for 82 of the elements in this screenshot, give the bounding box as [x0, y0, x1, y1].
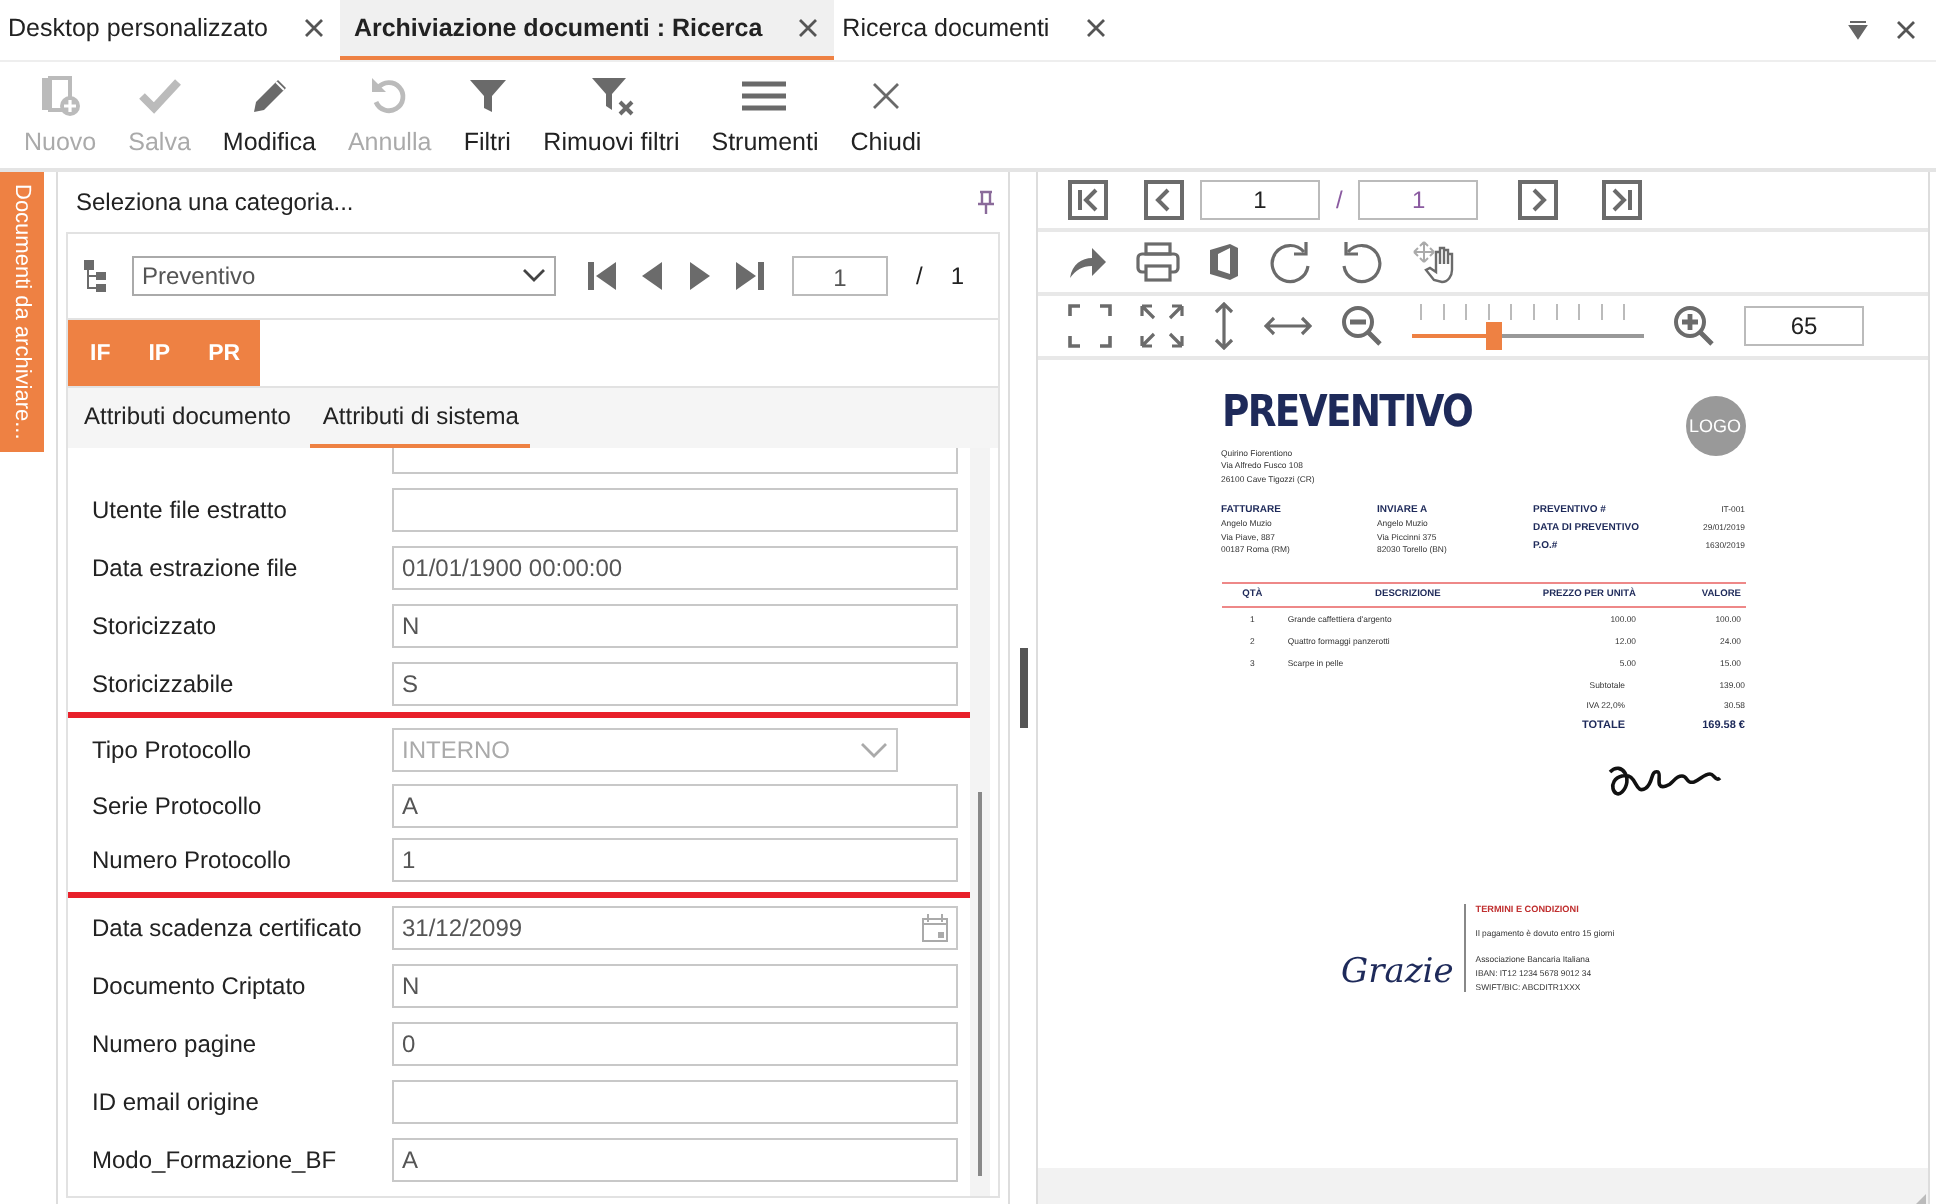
input-field[interactable]: 0	[392, 1021, 958, 1065]
filter-button[interactable]: Filtri	[447, 68, 528, 164]
input-field[interactable]	[392, 1079, 958, 1123]
expand-icon[interactable]	[1140, 304, 1184, 348]
clear-filter-button[interactable]: Rimuovi filtri	[527, 68, 696, 164]
field-label: Documento Criptato	[92, 971, 306, 999]
tab[interactable]: Desktop personalizzato	[0, 0, 340, 60]
tree-icon	[84, 260, 108, 292]
close-icon[interactable]	[1896, 20, 1916, 40]
tab[interactable]: Attributi documento	[72, 388, 303, 448]
last-page-icon[interactable]	[736, 262, 764, 290]
calendar-icon	[922, 913, 948, 941]
page-total: 1	[950, 262, 965, 290]
next-icon[interactable]	[1518, 180, 1559, 220]
close-icon[interactable]	[303, 18, 324, 38]
zoom-in-icon[interactable]	[1672, 304, 1716, 348]
field-label: Tipo Protocollo	[92, 736, 252, 764]
field-label: Data estrazione file	[92, 553, 298, 581]
vertical-arrows-icon[interactable]	[1212, 302, 1236, 350]
splitter-handle[interactable]	[1019, 648, 1027, 728]
field-label: Numero Protocollo	[92, 846, 291, 874]
zoom-slider[interactable]	[1412, 304, 1644, 348]
field-label: Modo_Formazione_BF	[92, 1145, 337, 1173]
previous-icon[interactable]	[1144, 180, 1184, 220]
close-button[interactable]: Chiudi	[834, 68, 938, 164]
first-page-icon[interactable]	[588, 262, 616, 290]
horizontal-arrows-icon[interactable]	[1264, 314, 1312, 338]
previous-icon[interactable]	[640, 262, 664, 290]
office-icon[interactable]	[1208, 242, 1240, 282]
scrollbar[interactable]	[970, 448, 990, 1196]
menu-button[interactable]: Strumenti	[695, 68, 835, 164]
field-label: Storicizzato	[92, 611, 217, 639]
input-field[interactable]: A	[392, 783, 958, 827]
filter-x-icon	[587, 72, 636, 120]
document-title: PREVENTIVO	[1221, 388, 1472, 438]
scrollbar[interactable]	[1038, 1168, 1928, 1204]
field-label: Serie Protocollo	[92, 791, 262, 819]
close-icon[interactable]	[1085, 18, 1106, 38]
fit-page-icon[interactable]	[1068, 304, 1112, 348]
category-dropdown[interactable]: Preventivo	[132, 256, 556, 296]
field-label: Numero pagine	[92, 1029, 257, 1057]
page-field[interactable]: 1	[1200, 180, 1320, 220]
tab[interactable]: Ricerca documenti	[834, 0, 1122, 60]
input-field[interactable]: N	[392, 963, 958, 1007]
thanks-text: Grazie	[1341, 952, 1454, 992]
field-label: Data scadenza certificato	[92, 913, 362, 941]
input-field[interactable]: 1	[392, 838, 958, 882]
share-arrow-icon[interactable]	[1068, 244, 1108, 280]
pin-icon[interactable]	[976, 190, 996, 214]
slider-thumb[interactable]	[1485, 322, 1502, 350]
logo-text: LOGO	[1688, 416, 1741, 436]
field-label: Utente file estratto	[92, 495, 287, 523]
rotate-counterclockwise-icon[interactable]	[1340, 240, 1384, 284]
rotate-clockwise-icon[interactable]	[1268, 240, 1312, 284]
last-page-icon[interactable]	[1602, 180, 1643, 220]
page-field[interactable]: 1	[792, 256, 888, 296]
document-plus-icon	[36, 72, 85, 120]
printer-icon[interactable]	[1136, 242, 1180, 282]
field-label: Storicizzabile	[92, 669, 234, 697]
input-field[interactable]: A	[392, 1137, 958, 1181]
edit-button[interactable]: Modifica	[206, 68, 332, 164]
input-field[interactable]: 01/01/1900 00:00:00	[392, 545, 958, 589]
date-field[interactable]: 31/12/2099	[392, 905, 958, 949]
resize-grip-icon	[1912, 1192, 1928, 1204]
input-field[interactable]: N	[392, 603, 958, 647]
input-field[interactable]	[392, 487, 958, 531]
next-icon[interactable]	[688, 262, 712, 290]
field-label: ID email origine	[92, 1087, 259, 1115]
chevron-down-icon	[522, 268, 546, 284]
page-separator: /	[916, 262, 923, 290]
zoom-field[interactable]: 65	[1744, 306, 1864, 346]
input-field[interactable]: S	[392, 661, 958, 705]
page-total-field: 1	[1358, 180, 1479, 220]
dropdown-arrow-icon[interactable]	[1848, 20, 1868, 40]
tab[interactable]: Archiviazione documenti : Ricerca	[339, 0, 835, 60]
panel-title: Seleziona una categoria...	[76, 188, 354, 216]
first-page-icon[interactable]	[1068, 180, 1108, 220]
chevron-down-icon	[860, 742, 888, 758]
zoom-out-icon[interactable]	[1340, 304, 1384, 348]
page-separator: /	[1336, 186, 1343, 214]
close-icon[interactable]	[798, 18, 819, 38]
tab[interactable]: Attributi di sistema	[310, 388, 531, 448]
